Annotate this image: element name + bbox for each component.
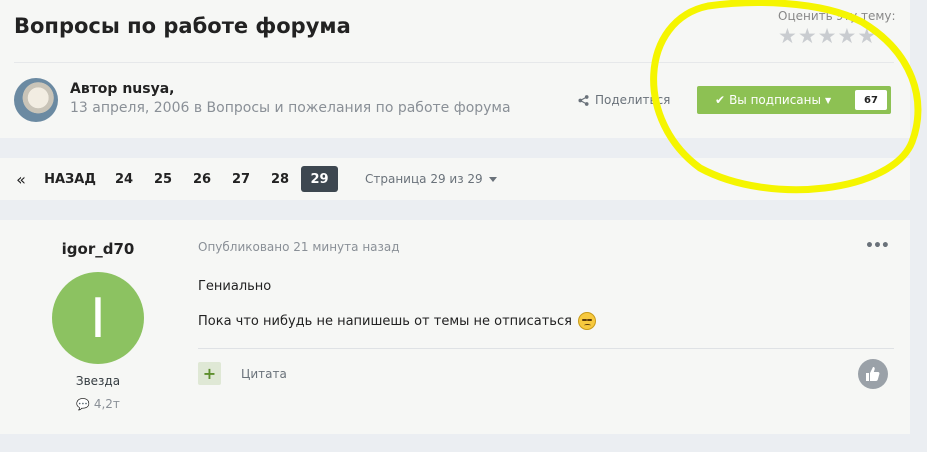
- follow-button[interactable]: ✔ Вы подписаны ▼ 67: [697, 86, 891, 114]
- share-label: Поделиться: [595, 93, 671, 107]
- page-title: Вопросы по работе форума: [14, 14, 351, 38]
- prev-page-button[interactable]: НАЗАД: [42, 166, 98, 192]
- page-info-dropdown[interactable]: Страница 29 из 29: [365, 172, 497, 186]
- star-icon[interactable]: ★: [778, 26, 797, 47]
- follow-label: Вы подписаны: [729, 93, 821, 107]
- rating-label: Оценить эту тему:: [778, 9, 896, 23]
- star-icon[interactable]: ★: [857, 26, 876, 47]
- star-icon[interactable]: ★: [818, 26, 837, 47]
- page-link[interactable]: 27: [226, 166, 256, 192]
- like-button[interactable]: [858, 359, 888, 389]
- post-author-column: igor_d70 I Звезда 💬 4,2т: [0, 220, 196, 434]
- post-menu-icon[interactable]: •••: [865, 238, 890, 254]
- follower-count: 67: [855, 90, 887, 110]
- multiquote-button[interactable]: +: [198, 362, 221, 385]
- quote-button[interactable]: Цитата: [241, 367, 287, 381]
- sad-emoji-icon: [577, 312, 596, 330]
- share-icon: [578, 94, 589, 106]
- page-link[interactable]: 28: [265, 166, 295, 192]
- page-link[interactable]: 25: [148, 166, 178, 192]
- rating-stars[interactable]: ★ ★ ★ ★ ★: [778, 26, 876, 47]
- post-text-line: Гениально: [198, 279, 272, 294]
- pagination: « НАЗАД 24 25 26 27 28 29 Страница 29 из…: [0, 158, 910, 200]
- current-page[interactable]: 29: [301, 166, 338, 192]
- share-button[interactable]: Поделиться: [578, 93, 670, 107]
- first-page-button[interactable]: «: [12, 166, 30, 192]
- user-post-count: 💬 4,2т: [0, 397, 196, 411]
- star-icon[interactable]: ★: [798, 26, 817, 47]
- page-info-label: Страница 29 из 29: [365, 172, 483, 186]
- star-icon[interactable]: ★: [837, 26, 856, 47]
- post-timestamp[interactable]: Опубликовано 21 минута назад: [198, 240, 400, 254]
- user-rank: Звезда: [75, 374, 121, 388]
- topic-header: Вопросы по работе форума Оценить эту тем…: [0, 0, 910, 138]
- check-icon: ✔: [715, 93, 726, 107]
- post-username[interactable]: igor_d70: [0, 240, 196, 258]
- author-name[interactable]: Автор nusya,: [70, 81, 174, 97]
- avatar[interactable]: I: [52, 272, 144, 364]
- chevron-down-icon: [488, 176, 497, 182]
- page-link[interactable]: 26: [187, 166, 217, 192]
- header-divider: [14, 62, 894, 63]
- post-count-value: 4,2т: [93, 397, 120, 411]
- thumbs-up-icon: [866, 367, 880, 381]
- chevron-down-icon: ▼: [824, 95, 832, 105]
- post: igor_d70 I Звезда 💬 4,2т Опубликовано 21…: [0, 220, 910, 434]
- page-link[interactable]: 24: [109, 166, 139, 192]
- comment-icon: 💬: [76, 397, 90, 411]
- author-avatar[interactable]: [14, 78, 58, 122]
- topic-meta: 13 апреля, 2006 в Вопросы и пожелания по…: [70, 100, 511, 116]
- post-divider: [198, 348, 894, 349]
- post-text-line: Пока что нибудь не напишешь от темы не о…: [198, 313, 572, 329]
